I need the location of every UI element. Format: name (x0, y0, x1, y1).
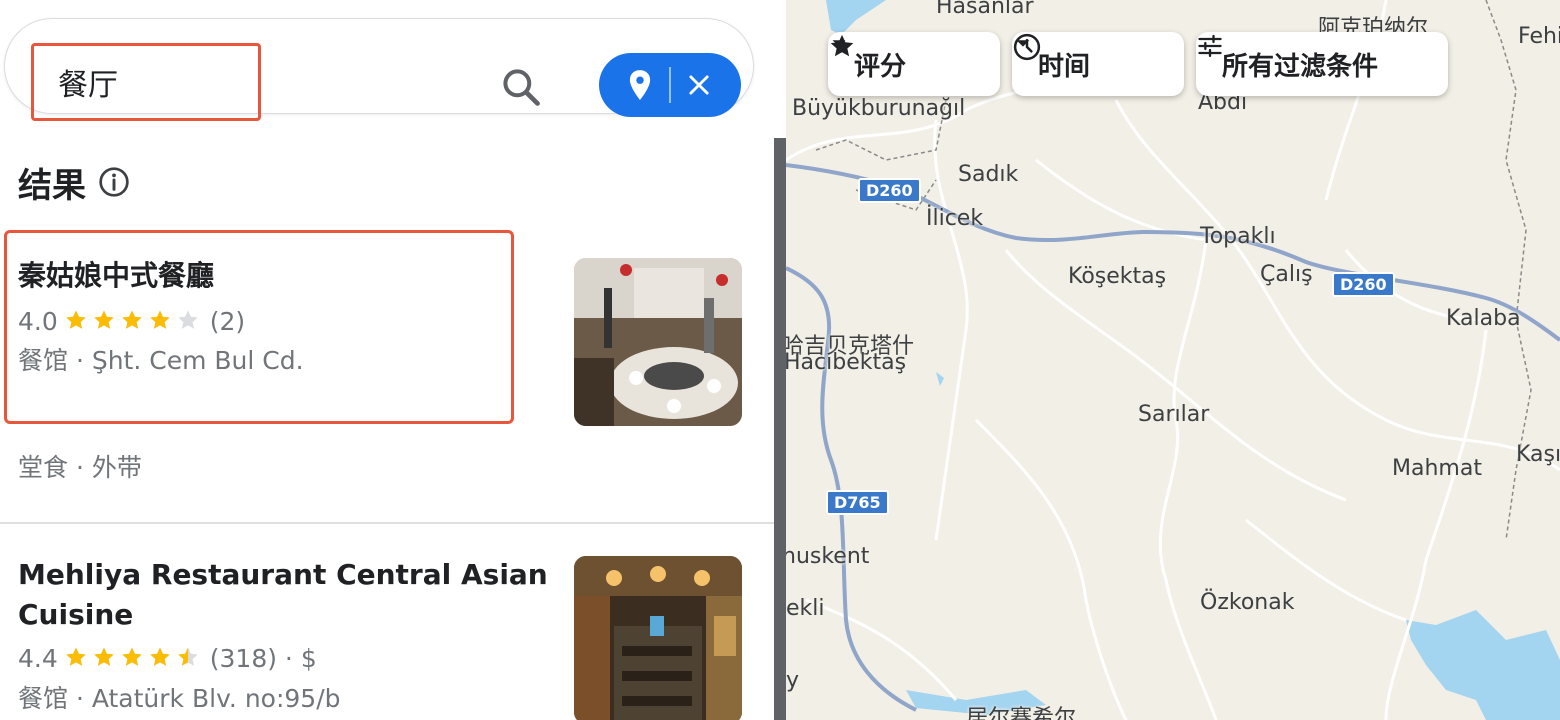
map-label: İlicek (926, 206, 984, 231)
road-shield: D765 (826, 490, 889, 515)
rating-value: 4.0 (18, 307, 58, 336)
star-icon (122, 310, 142, 329)
result-services: 堂食 · 外带 (18, 453, 142, 482)
chevron-down-icon (1016, 40, 1030, 47)
rating-value: 4.4 (18, 644, 58, 673)
star-icon (178, 310, 198, 329)
road-shield: D260 (858, 178, 921, 203)
map-label: Kaşı (1516, 442, 1560, 467)
chip-label: 评分 (854, 51, 907, 82)
map-label: Köşektaş (1068, 264, 1167, 289)
rating-filter-chip[interactable]: 评分 (828, 32, 1000, 96)
result-photo[interactable] (574, 258, 742, 426)
map-pin-icon[interactable] (627, 69, 653, 101)
result-title[interactable]: Mehliya Restaurant Central Asian (18, 555, 548, 595)
map-label: Hacıbektaş (786, 350, 907, 375)
road-shield: D260 (1332, 272, 1395, 297)
map-label: Hasanlar (936, 0, 1034, 19)
map-label: Sadık (958, 162, 1019, 187)
result-title[interactable]: 秦姑娘中式餐廳 (18, 256, 214, 296)
chip-label: 所有过滤条件 (1222, 51, 1379, 82)
search-box (4, 18, 754, 121)
rating-stars-icon (66, 647, 198, 666)
map-label: 居尔赛希尔 (966, 706, 1077, 720)
chip-label: 时间 (1038, 51, 1091, 82)
location-clear-pill (599, 53, 741, 117)
pill-separator (669, 67, 671, 103)
map-label: Özkonak (1200, 590, 1295, 615)
star-icon (66, 647, 86, 666)
map-label: Sarılar (1138, 402, 1210, 427)
star-icon (122, 647, 142, 666)
star-icon (150, 647, 170, 666)
map-view[interactable]: Hasanlar 阿克珀纳尔 Fehi Abdi Büyükburunağıl … (786, 0, 1560, 720)
result-category-address: 餐馆 · Atatürk Blv. no:95/b (18, 684, 341, 713)
result-rating: 4.0 (2) (18, 305, 245, 339)
all-filters-chip[interactable]: 所有过滤条件 (1196, 32, 1448, 96)
chevron-down-icon (832, 40, 846, 47)
tune-icon (1198, 34, 1222, 58)
results-scrollbar[interactable] (774, 138, 786, 720)
result-title-continued[interactable]: Cuisine (18, 595, 133, 635)
star-icon (94, 310, 114, 329)
star-icon (178, 647, 198, 666)
map-label: Topaklı (1200, 224, 1276, 249)
search-icon[interactable] (499, 65, 543, 109)
map-label: y (786, 668, 800, 693)
search-input[interactable] (31, 43, 261, 121)
star-icon (66, 310, 86, 329)
results-heading: 结果 (18, 166, 86, 206)
map-label: nuskent (786, 544, 870, 569)
map-label: ekli (786, 596, 825, 621)
map-label: Büyükburunağıl (792, 96, 966, 121)
result-photo[interactable] (574, 556, 742, 720)
info-icon[interactable] (98, 166, 130, 198)
star-icon (94, 647, 114, 666)
map-label: Kalaba (1446, 306, 1521, 331)
rating-stars-icon (66, 310, 198, 329)
result-category-address: 餐馆 · Şht. Cem Bul Cd. (18, 346, 304, 375)
map-label: Çalış (1260, 262, 1313, 287)
map-label: Mahmat (1392, 456, 1482, 481)
map-label: Fehi (1518, 24, 1560, 49)
star-icon (150, 310, 170, 329)
hours-filter-chip[interactable]: 时间 (1012, 32, 1184, 96)
close-icon[interactable] (685, 71, 713, 99)
review-count-price: (318) · $ (209, 644, 317, 673)
review-count: (2) (209, 307, 246, 336)
results-divider (0, 522, 776, 524)
results-panel: 结果 秦姑娘中式餐廳 4.0(2) 餐馆 · Şht. Cem Bul Cd. … (0, 0, 786, 720)
result-rating: 4.4 (318) · $ (18, 642, 317, 676)
